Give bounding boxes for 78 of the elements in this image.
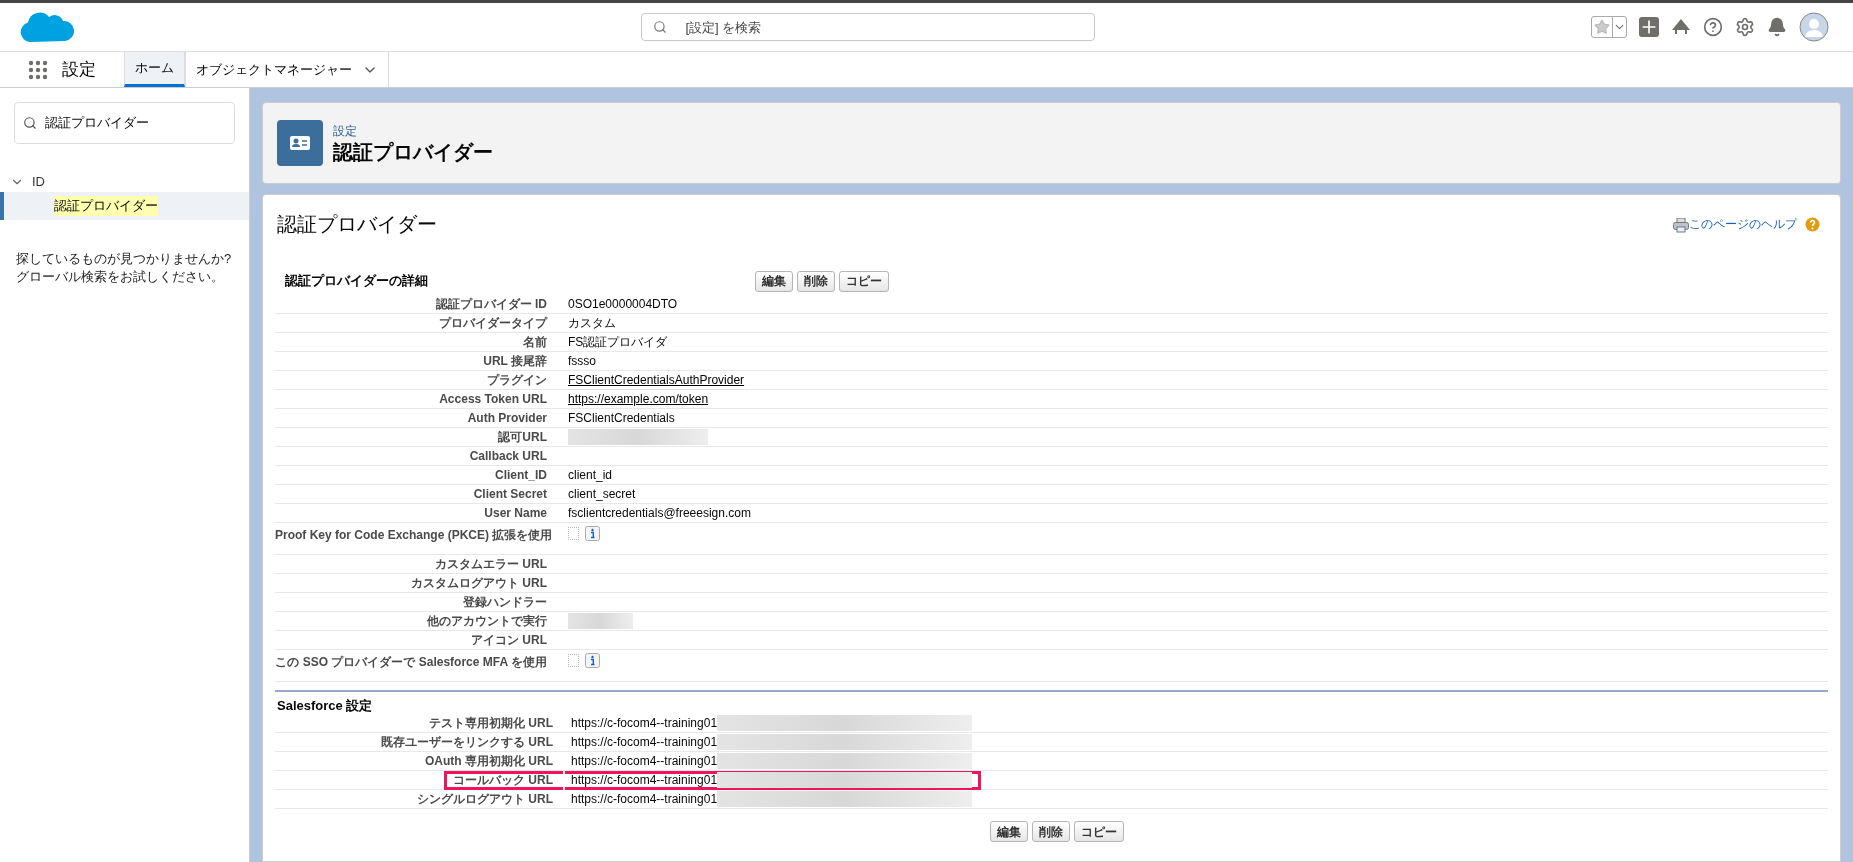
quick-find-field[interactable]: 認証プロバイダー (14, 102, 235, 144)
field-value: 0SO1e0000004DTO (568, 296, 678, 313)
info-icon[interactable] (585, 526, 600, 541)
field-label: Auth Provider (467, 411, 547, 425)
help-icon[interactable] (1805, 216, 1820, 232)
field-value: client_secret (568, 486, 636, 503)
action-button[interactable]: 編集 (989, 821, 1028, 842)
breadcrumb[interactable]: 設定 (333, 122, 493, 140)
tree-item[interactable]: 認証プロバイダー (0, 192, 249, 220)
field-value: FS認証プロバイダ (568, 334, 668, 351)
field-label: 他のアカウントで実行 (427, 614, 547, 628)
field-label: 名前 (523, 335, 547, 349)
salesforce-section-title: Salesforce 設定 (276, 697, 374, 714)
settings-icon[interactable] (1735, 17, 1755, 37)
field-value: カスタム (568, 315, 616, 332)
action-button[interactable]: コピー (839, 270, 889, 292)
field-label: Callback URL (469, 449, 547, 463)
action-button[interactable]: 削除 (797, 270, 835, 292)
nav-tab[interactable]: オブジェクトマネージャー (185, 52, 389, 87)
field-label: 認証プロバイダー ID (435, 297, 547, 311)
field-label: Client Secret (473, 487, 547, 501)
page-title: 認証プロバイダー (333, 140, 493, 164)
favorites-button[interactable] (1591, 16, 1627, 38)
field-label: Proof Key for Code Exchange (PKCE) 拡張を使用 (275, 528, 553, 542)
field-label: Access Token URL (439, 392, 547, 406)
section-title: 認証プロバイダー (277, 212, 437, 237)
notifications-icon[interactable] (1767, 17, 1787, 37)
field-value: https://c-focom4--training01 (571, 791, 718, 808)
tree-item[interactable]: ID (32, 172, 45, 192)
printer-icon[interactable] (1673, 218, 1689, 233)
action-button[interactable]: 編集 (755, 270, 793, 292)
field-label: Client_ID (495, 468, 547, 482)
search-icon (23, 116, 37, 130)
field-value: https://c-focom4--training01 (571, 715, 718, 732)
help-text: 探しているものが見つかりませんか? グローバル検索をお試しください。 (16, 250, 233, 286)
detail-section-title: 認証プロバイダーの詳細 (284, 272, 429, 291)
app-launcher-icon[interactable] (28, 59, 48, 80)
help-link[interactable]: このページのヘルプ (1689, 215, 1797, 233)
field-label: 既存ユーザーをリンクする URL (381, 734, 553, 751)
field-value: https://c-focom4--training01 (571, 772, 718, 789)
field-label: プロバイダータイプ (439, 316, 547, 330)
checkbox[interactable] (568, 654, 579, 667)
action-button[interactable]: 削除 (1031, 821, 1070, 842)
field-value: fssso (568, 353, 596, 370)
search-field[interactable]: [設定] を検索 (640, 13, 1095, 41)
field-label: 登録ハンドラー (463, 595, 547, 609)
action-button[interactable]: コピー (1073, 821, 1124, 842)
field-link[interactable]: https://example.com/token (568, 390, 709, 408)
field-label: プラグイン (487, 373, 547, 387)
blurred-value (568, 613, 633, 629)
field-value: https://c-focom4--training01 (571, 734, 718, 751)
field-label: この SSO プロバイダーで Salesforce MFA を使用 (275, 655, 547, 669)
help-icon[interactable] (1703, 17, 1723, 37)
add-icon[interactable] (1639, 17, 1659, 37)
field-label: シングルログアウト URL (417, 791, 553, 808)
field-value: fsclientcredentials@freeesign.com (568, 505, 751, 522)
search-icon (652, 20, 667, 34)
field-label: URL 接尾辞 (483, 354, 547, 368)
field-value: https://c-focom4--training01 (571, 753, 718, 770)
avatar[interactable] (1799, 12, 1829, 42)
checkbox[interactable] (568, 527, 579, 540)
star-icon[interactable] (1594, 19, 1610, 35)
field-label: アイコン URL (471, 633, 547, 647)
field-value: FSClientCredentials (568, 410, 675, 427)
field-value: client_id (568, 467, 613, 484)
contact-card-icon (277, 120, 323, 166)
field-label: User Name (484, 506, 547, 520)
field-label: テスト専用初期化 URL (429, 715, 553, 732)
field-link[interactable]: FSClientCredentialsAuthProvider (568, 371, 745, 389)
app-name: 設定 (62, 58, 96, 81)
field-label: OAuth 専用初期化 URL (425, 753, 553, 770)
field-label: コールバック URL (453, 772, 553, 789)
info-icon[interactable] (585, 653, 600, 668)
field-label: カスタムエラー URL (435, 557, 547, 571)
caret-icon[interactable] (1612, 17, 1626, 37)
nav-tab[interactable]: ホーム (124, 52, 185, 87)
field-label: 認可URL (498, 430, 547, 444)
field-label: カスタムログアウト URL (411, 576, 547, 590)
